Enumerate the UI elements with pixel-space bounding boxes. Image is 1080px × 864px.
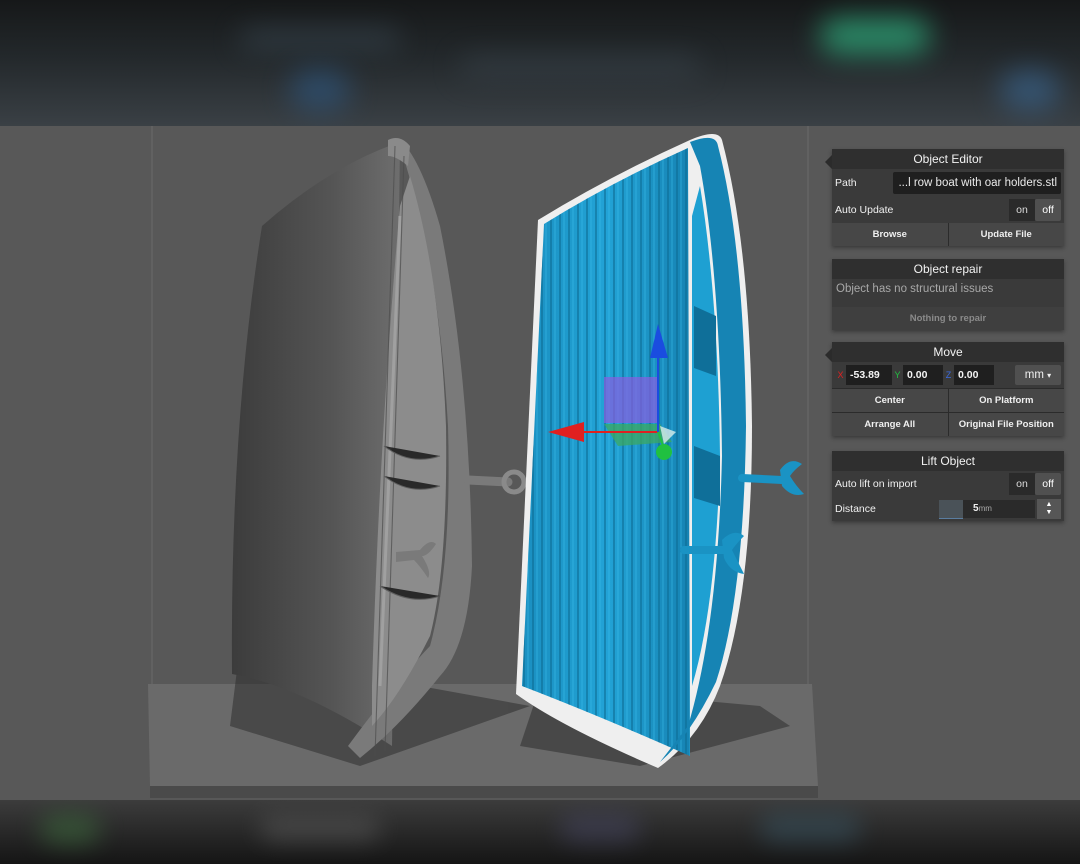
object-editor-title: Object Editor: [832, 149, 1064, 169]
original-file-position-button[interactable]: Original File Position: [947, 413, 1064, 436]
object-repair-title: Object repair: [832, 259, 1064, 279]
distance-label: Distance: [835, 503, 876, 515]
z-axis-label: Z: [945, 370, 952, 380]
auto-update-off[interactable]: off: [1035, 198, 1061, 221]
gizmo-y-handle[interactable]: [656, 444, 672, 460]
unit-dropdown[interactable]: mm ▾: [1015, 365, 1061, 385]
move-panel: Move X -53.89 Y 0.00 Z 0.00 mm ▾ Center …: [825, 342, 1064, 436]
panel-collapse-arrow[interactable]: [825, 348, 832, 362]
y-position-input[interactable]: 0.00: [903, 365, 943, 385]
auto-update-on[interactable]: on: [1009, 198, 1035, 221]
lift-object-title: Lift Object: [832, 451, 1064, 471]
auto-lift-toggle[interactable]: on off: [1009, 473, 1061, 495]
center-button[interactable]: Center: [832, 389, 948, 412]
object-repair-panel: Object repair Object has no structural i…: [832, 259, 1064, 330]
panel-collapse-arrow[interactable]: [825, 155, 832, 169]
distance-slider[interactable]: [939, 499, 963, 519]
bottom-bar-blurred: [0, 800, 1080, 864]
browse-button[interactable]: Browse: [832, 223, 948, 246]
move-title: Move: [832, 342, 1064, 362]
stepper-arrows-icon[interactable]: ▲ ▼: [1037, 499, 1061, 519]
nothing-to-repair-button[interactable]: Nothing to repair: [832, 307, 1064, 330]
x-position-input[interactable]: -53.89: [846, 365, 892, 385]
update-file-button[interactable]: Update File: [947, 223, 1064, 246]
auto-update-label: Auto Update: [835, 203, 894, 216]
path-field[interactable]: ...l row boat with oar holders.stl: [893, 171, 1061, 194]
on-platform-button[interactable]: On Platform: [947, 389, 1064, 412]
z-position-input[interactable]: 0.00: [954, 365, 994, 385]
x-axis-label: X: [837, 370, 844, 380]
gizmo-xz-plane[interactable]: [604, 377, 658, 423]
arrange-all-button[interactable]: Arrange All: [832, 413, 948, 436]
stepper-up-icon[interactable]: ▲: [1046, 501, 1053, 509]
chevron-down-icon: ▾: [1047, 371, 1052, 380]
object-editor-panel: Object Editor Path ...l row boat with oa…: [825, 149, 1064, 246]
path-label: Path: [835, 176, 857, 189]
top-toolbar-blurred: [0, 0, 1080, 126]
distance-input[interactable]: 5mm: [963, 500, 1035, 518]
auto-lift-label: Auto lift on import: [835, 478, 917, 490]
boat-model-unselected[interactable]: [231, 138, 527, 758]
lift-object-panel: Lift Object Auto lift on import on off D…: [832, 451, 1064, 521]
auto-update-toggle[interactable]: on off: [1009, 198, 1061, 221]
distance-unit: mm: [978, 504, 992, 513]
y-axis-label: Y: [894, 370, 901, 380]
auto-lift-on[interactable]: on: [1009, 473, 1035, 495]
unit-value: mm: [1024, 369, 1044, 381]
repair-status-text: Object has no structural issues: [832, 279, 1064, 307]
auto-lift-off[interactable]: off: [1035, 473, 1061, 495]
stepper-down-icon[interactable]: ▼: [1046, 509, 1053, 517]
